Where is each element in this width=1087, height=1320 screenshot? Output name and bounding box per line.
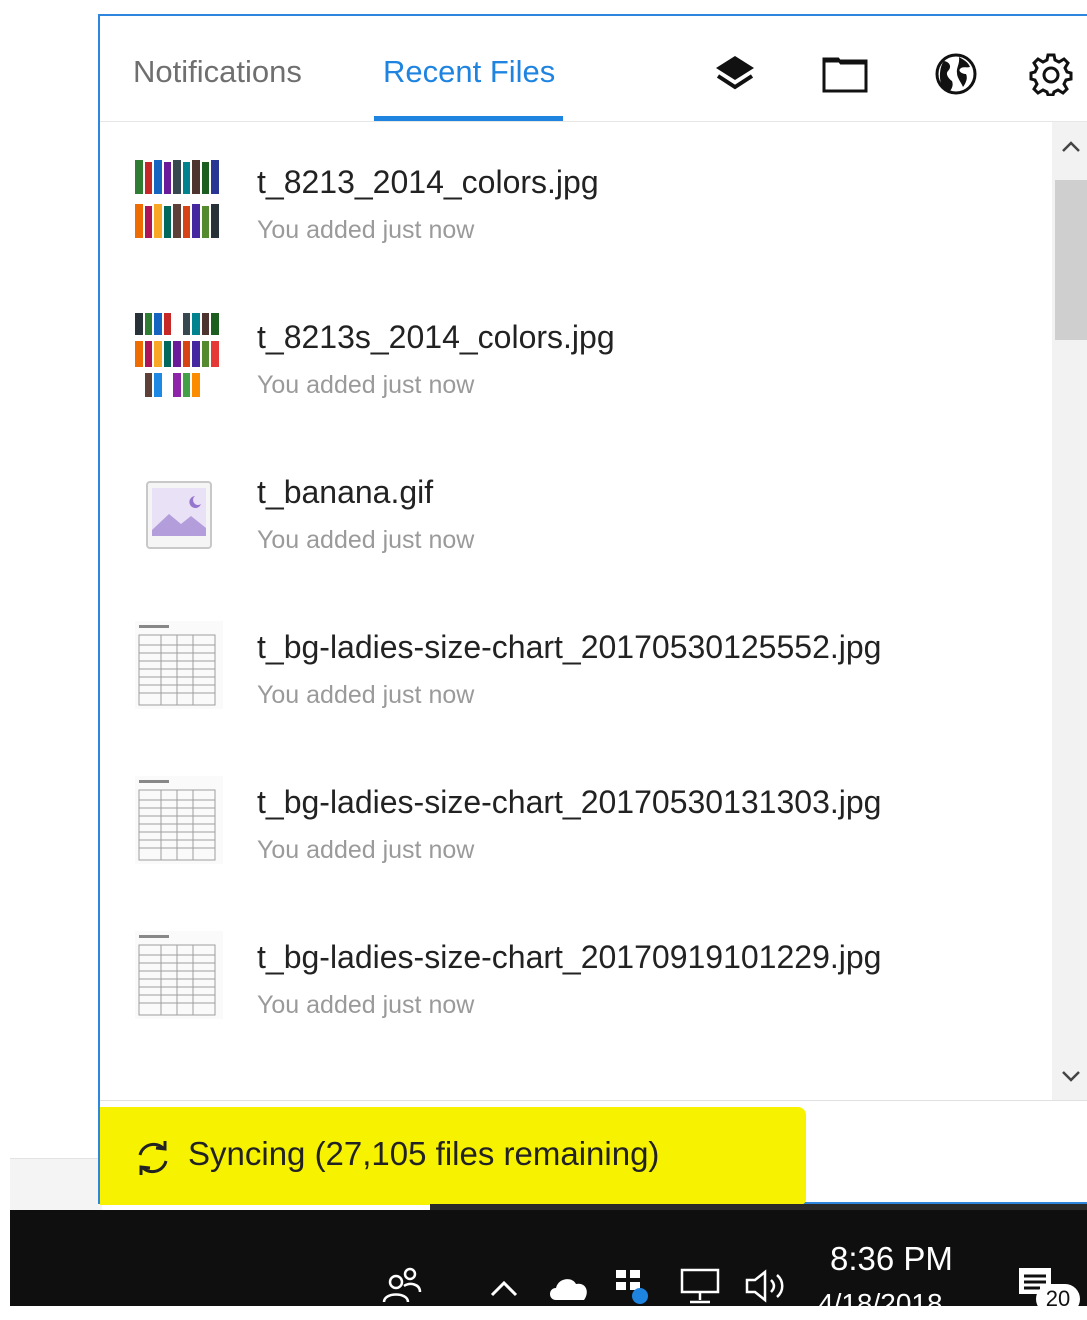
file-thumbnail	[133, 619, 225, 711]
scrollbar[interactable]	[1052, 122, 1087, 1100]
sync-status-text: Syncing (27,105 files remaining)	[188, 1135, 660, 1172]
scroll-up-arrow-icon[interactable]	[1052, 122, 1087, 172]
file-thumbnail	[133, 309, 225, 401]
scroll-down-arrow-icon[interactable]	[1052, 1052, 1087, 1100]
file-status: You added just now	[257, 526, 475, 554]
clock-date[interactable]: 4/18/2018	[818, 1288, 943, 1320]
layers-icon[interactable]	[711, 50, 759, 98]
file-thumbnail	[133, 154, 225, 246]
list-item[interactable]: t_bg-ladies-size-chart_20170530125552.jp…	[100, 597, 1052, 747]
desktop-background	[0, 0, 100, 1306]
onedrive-flyout-panel: Notifications Recent Files t_8213_2014_c…	[98, 14, 1087, 1205]
file-status: You added just now	[257, 371, 475, 399]
tab-recent-files[interactable]: Recent Files	[383, 54, 555, 90]
list-item[interactable]: t_8213_2014_colors.jpg You added just no…	[100, 132, 1052, 282]
sync-status-bar: Syncing (27,105 files remaining)	[100, 1100, 1087, 1205]
recent-files-list[interactable]: t_8213_2014_colors.jpg You added just no…	[100, 122, 1052, 1100]
folder-icon[interactable]	[821, 50, 869, 98]
tab-notifications[interactable]: Notifications	[133, 54, 302, 90]
active-tab-indicator	[374, 116, 563, 121]
file-thumbnail	[133, 774, 225, 866]
onedrive-cloud-icon[interactable]	[544, 1268, 594, 1306]
file-name: t_bg-ladies-size-chart_20170919101229.jp…	[257, 939, 882, 975]
globe-icon[interactable]	[932, 50, 980, 98]
gear-icon[interactable]	[1027, 50, 1075, 98]
list-item[interactable]: t_bg-ladies-size-chart_20170530131303.jp…	[100, 752, 1052, 902]
network-icon[interactable]	[676, 1266, 724, 1306]
file-status: You added just now	[257, 836, 475, 864]
file-status: You added just now	[257, 216, 475, 244]
file-name: t_bg-ladies-size-chart_20170530125552.jp…	[257, 629, 882, 665]
file-status: You added just now	[257, 681, 475, 709]
file-status: You added just now	[257, 991, 475, 1019]
sync-icon	[134, 1139, 172, 1177]
volume-icon[interactable]	[740, 1266, 792, 1306]
background-window-edge	[10, 1158, 102, 1214]
file-name: t_8213s_2014_colors.jpg	[257, 319, 615, 355]
file-name: t_bg-ladies-size-chart_20170530131303.jp…	[257, 784, 882, 820]
file-name: t_8213_2014_colors.jpg	[257, 164, 599, 200]
scrollbar-thumb[interactable]	[1055, 180, 1087, 340]
list-item[interactable]	[100, 1062, 1052, 1100]
file-name: t_banana.gif	[257, 474, 434, 510]
list-item[interactable]: t_8213s_2014_colors.jpg You added just n…	[100, 287, 1052, 437]
notification-count-badge: 20	[1036, 1284, 1080, 1314]
file-thumbnail	[133, 1084, 225, 1100]
windows-taskbar: 8:36 PM 4/18/2018 20	[10, 1210, 1087, 1319]
clock-time[interactable]: 8:36 PM	[830, 1240, 953, 1278]
panel-header: Notifications Recent Files	[100, 16, 1087, 122]
show-hidden-icons-chevron-icon[interactable]	[484, 1270, 524, 1306]
list-item[interactable]: t_bg-ladies-size-chart_20170919101229.jp…	[100, 907, 1052, 1057]
dropbox-sync-icon[interactable]	[610, 1266, 654, 1306]
image-placeholder-icon	[133, 464, 225, 556]
people-icon[interactable]	[380, 1262, 424, 1306]
file-thumbnail	[133, 929, 225, 1021]
list-item[interactable]: t_banana.gif You added just now	[100, 442, 1052, 592]
